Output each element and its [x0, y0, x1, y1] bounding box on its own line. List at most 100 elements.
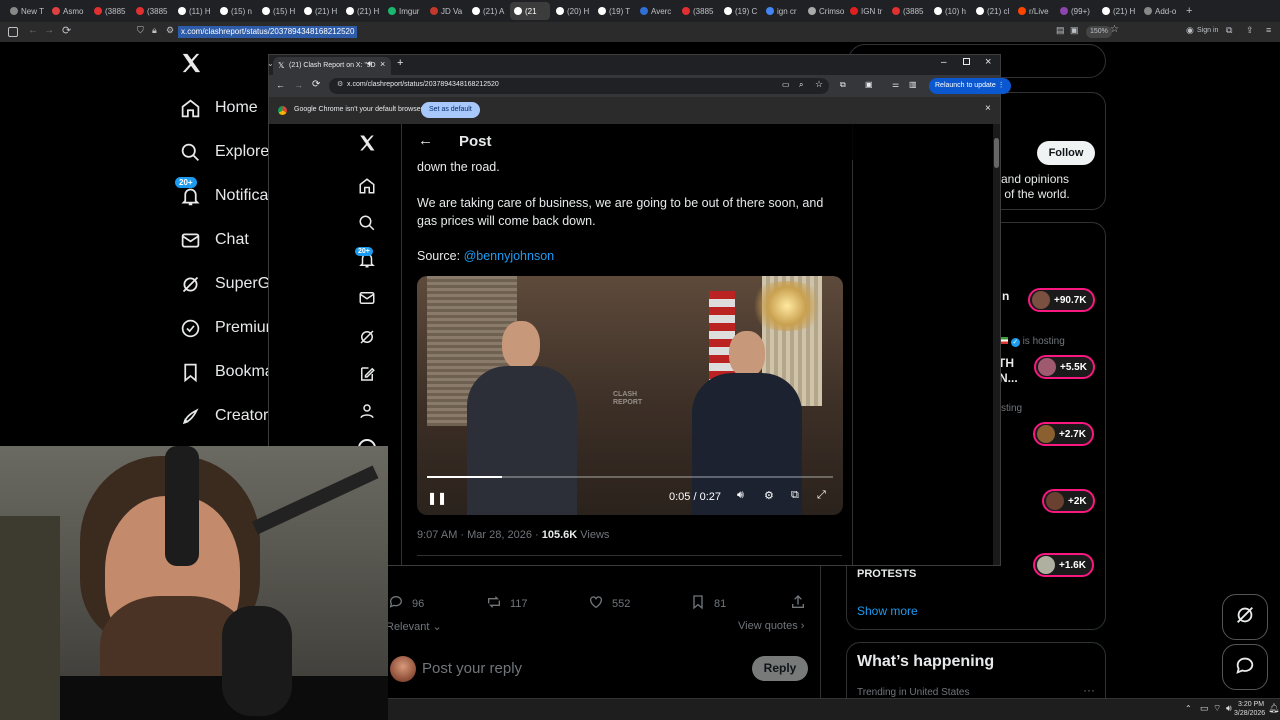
nav-home[interactable]: Home	[180, 86, 280, 130]
space-listener-badge[interactable]: +2.7K	[1033, 422, 1094, 446]
inner-compose-icon[interactable]	[358, 365, 376, 388]
space-listener-badge[interactable]: +5.5K	[1034, 355, 1095, 379]
notification-bell-icon[interactable]: 🔔︎	[1268, 703, 1279, 714]
new-tab-icon[interactable]: +	[397, 57, 403, 69]
outer-tab[interactable]: (21) A	[468, 2, 508, 20]
outer-tab[interactable]: (3885	[132, 2, 172, 20]
inner-star-icon[interactable]: ☆	[815, 79, 823, 90]
outer-url-bar[interactable]: x.com/clashreport/status/203789434816821…	[178, 26, 358, 38]
outer-tab[interactable]: Crimso	[804, 2, 844, 20]
window-close-icon[interactable]: ×	[985, 56, 991, 68]
taskbar-time[interactable]: 3:20 PM	[1238, 701, 1264, 708]
tab-close-icon[interactable]: ×	[380, 59, 385, 69]
inner-extension-icon[interactable]: ⧉	[840, 80, 846, 90]
inner-omnibox[interactable]: ⚙ x.com/clashreport/status/2037894348168…	[329, 78, 829, 94]
outer-tab[interactable]: (99+)	[1056, 2, 1096, 20]
outer-tab[interactable]: (19) T	[594, 2, 634, 20]
like-action[interactable]: 552	[588, 594, 630, 613]
back-arrow-icon[interactable]: ←	[418, 132, 433, 149]
space-listener-badge[interactable]: +1.6K	[1033, 553, 1094, 577]
sidebar-toggle-icon[interactable]	[8, 27, 18, 37]
share-post-icon[interactable]	[790, 594, 806, 615]
account-icon[interactable]: ◉	[1186, 25, 1194, 36]
inner-back-icon[interactable]: ←	[276, 80, 285, 90]
follow-button[interactable]: Follow	[1037, 141, 1095, 165]
x-logo-icon[interactable]	[180, 52, 202, 79]
outer-tab[interactable]: (21) H	[342, 2, 382, 20]
reload-icon[interactable]: ⟳	[62, 24, 71, 37]
inner-tabs-icon[interactable]: ⚌	[892, 80, 899, 89]
nav-notifications[interactable]: 20+ Notifica	[175, 174, 280, 218]
site-settings-icon[interactable]: ⚙	[166, 25, 174, 36]
menu-icon[interactable]: ≡	[1266, 25, 1271, 35]
inner-mail-icon[interactable]	[358, 289, 376, 312]
nav-bookmarks[interactable]: Bookma	[180, 350, 280, 394]
outer-tab[interactable]: (19) C	[720, 2, 760, 20]
tray-network-icon[interactable]: ▭	[1200, 703, 1209, 714]
pause-icon[interactable]: ❚❚	[427, 491, 447, 505]
zoom-badge[interactable]: 150%	[1086, 26, 1112, 38]
reply-button[interactable]: Reply	[752, 656, 808, 681]
video-settings-icon[interactable]: ⚙	[764, 489, 774, 502]
nav-supergrok[interactable]: SuperG	[180, 262, 280, 306]
outer-tab[interactable]: r/Live	[1014, 2, 1054, 20]
back-icon[interactable]: ←	[28, 25, 38, 36]
outer-tab[interactable]: Averc	[636, 2, 676, 20]
tray-chevron-icon[interactable]: ⌃	[1185, 704, 1192, 713]
pip-video-icon[interactable]: ⧉	[791, 489, 799, 502]
nav-explore[interactable]: Explore	[180, 130, 280, 174]
nav-chat[interactable]: Chat	[180, 218, 280, 262]
inner-scrollbar-thumb[interactable]	[994, 138, 999, 168]
shield-icon[interactable]: ⛉	[137, 25, 144, 36]
outer-tab[interactable]: (20) H	[552, 2, 592, 20]
source-handle-link[interactable]: @bennyjohnson	[464, 249, 555, 263]
post-video[interactable]: CLASH REPORT ❚❚ 0:05 / 0:27 🔊︎ ⚙ ⧉ ⤢	[417, 276, 843, 515]
more-icon[interactable]: ···	[1083, 683, 1095, 697]
sign-in-link[interactable]: Sign in	[1197, 27, 1218, 34]
inner-reload-icon[interactable]: ⟳	[312, 79, 320, 90]
taskbar-date[interactable]: 3/28/2026	[1234, 710, 1265, 717]
volume-icon[interactable]: 🔊︎	[737, 489, 744, 502]
messages-fab[interactable]	[1222, 644, 1268, 690]
outer-tab[interactable]: (10) h	[930, 2, 970, 20]
space-listener-badge[interactable]: +2K	[1042, 489, 1095, 513]
outer-tab[interactable]: (3885	[678, 2, 718, 20]
reader-icon[interactable]: ▤	[1056, 25, 1065, 36]
outer-tab[interactable]: Imgur	[384, 2, 424, 20]
pip-icon[interactable]: ▣	[1070, 25, 1079, 36]
show-more-link[interactable]: Show more	[857, 604, 918, 618]
space-listener-badge[interactable]: +90.7K	[1028, 288, 1095, 312]
outer-tab[interactable]: (15) n	[216, 2, 256, 20]
outer-tab[interactable]: (3885	[90, 2, 130, 20]
outer-tab[interactable]: Asmo	[48, 2, 88, 20]
outer-tab[interactable]: New T	[6, 2, 46, 20]
inner-zoom-icon[interactable]: ⌕	[799, 80, 803, 90]
fullscreen-icon[interactable]: ⤢	[817, 489, 826, 502]
bookmark-action[interactable]: 81	[690, 594, 726, 613]
view-quotes-link[interactable]: View quotes ›	[738, 620, 804, 632]
relevant-dropdown[interactable]: Relevant ⌄	[386, 620, 442, 633]
set-default-button[interactable]: Set as default	[421, 102, 480, 118]
inner-active-tab[interactable]: 𝕏 (21) Clash Report on X: "JD	[273, 57, 391, 75]
post-timestamp[interactable]: 9:07 AM · Mar 28, 2026 ·	[417, 529, 539, 541]
inner-profile-icon[interactable]	[358, 402, 376, 425]
outer-tab[interactable]: (21) H	[300, 2, 340, 20]
inner-split-icon[interactable]: ▥	[909, 80, 917, 89]
outer-tab[interactable]: (21) cl	[972, 2, 1012, 20]
infobar-close-icon[interactable]: ×	[985, 103, 991, 114]
star-icon[interactable]: ☆	[1110, 24, 1119, 35]
repost-action[interactable]: 117	[486, 594, 528, 613]
outer-tab[interactable]: IGN tr	[846, 2, 886, 20]
outer-tab[interactable]: (11) H	[174, 2, 214, 20]
share-icon[interactable]: ⇪	[1246, 25, 1254, 36]
inner-cast-icon[interactable]: ▭	[782, 80, 790, 89]
relaunch-button[interactable]: Relaunch to update ⋮	[929, 78, 1011, 94]
outer-tab[interactable]: (21) H	[1098, 2, 1138, 20]
outer-new-tab-icon[interactable]: +	[1186, 5, 1192, 17]
outer-tab[interactable]: (15) H	[258, 2, 298, 20]
outer-tab[interactable]: (3885	[888, 2, 928, 20]
outer-tab[interactable]: Add-o	[1140, 2, 1180, 20]
tray-wifi-icon[interactable]: ⌔	[1213, 703, 1221, 714]
outer-tab[interactable]: (21	[510, 2, 550, 20]
inner-forward-icon[interactable]: →	[294, 80, 303, 90]
